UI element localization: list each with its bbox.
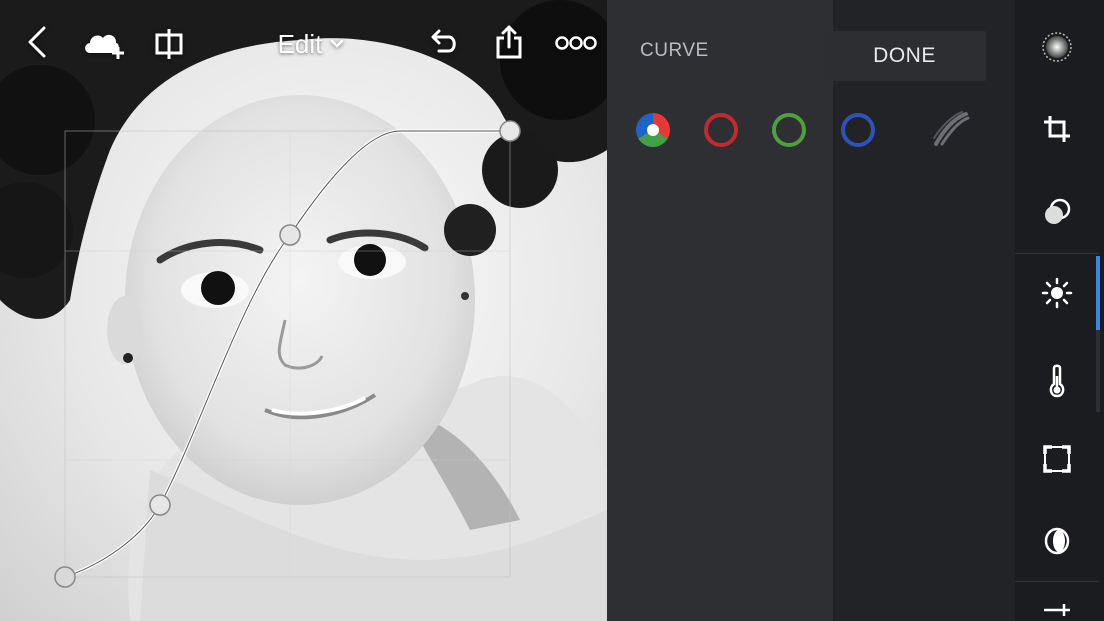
share-icon [496, 25, 522, 59]
cloud-sync-button[interactable] [80, 24, 128, 64]
cloud-add-icon [85, 34, 124, 59]
lightroom-edit-screen: Edit CURVE DONE [0, 0, 1104, 621]
curve-point-shadows[interactable] [149, 494, 171, 516]
color-tool-button[interactable] [1015, 342, 1099, 420]
channel-blue-button[interactable] [841, 113, 875, 147]
effects-tool-button[interactable] [1015, 420, 1099, 498]
more-dots-icon [555, 36, 597, 50]
more-options-button[interactable] [554, 28, 598, 58]
channel-red-button[interactable] [704, 113, 738, 147]
compare-button[interactable] [150, 24, 188, 64]
selective-mask-icon [1042, 32, 1072, 62]
undo-icon [431, 29, 456, 53]
presets-icon [1045, 198, 1071, 224]
done-button[interactable]: DONE [823, 31, 986, 81]
compare-icon [155, 29, 183, 59]
crop-icon [1044, 116, 1070, 142]
top-toolbar: Edit [0, 0, 607, 84]
crop-tool-button[interactable] [1015, 90, 1099, 168]
chevron-left-icon [28, 26, 46, 58]
edit-mode-dropdown[interactable]: Edit [266, 24, 356, 64]
light-tool-button[interactable] [1015, 254, 1099, 332]
curve-point-highlights[interactable] [279, 224, 301, 246]
active-tool-indicator [1096, 256, 1100, 330]
presets-tool-button[interactable] [1015, 173, 1099, 251]
edit-mode-label: Edit [277, 28, 323, 59]
curve-point-white[interactable] [499, 120, 521, 142]
detail-icon [1044, 527, 1070, 555]
channel-green-button[interactable] [772, 113, 806, 147]
detail-tool-button[interactable] [1015, 502, 1099, 580]
tool-rail-scrollbar[interactable] [1096, 330, 1100, 412]
curve-point-black[interactable] [54, 566, 76, 588]
panel-title: CURVE [640, 40, 709, 61]
channel-rgb-button[interactable] [636, 113, 670, 147]
share-button[interactable] [490, 20, 528, 64]
light-icon [1041, 277, 1073, 309]
adjust-tool-button[interactable] [1015, 582, 1099, 621]
chevron-down-icon [331, 39, 344, 48]
luminance-curve-icon [933, 111, 970, 146]
curve-panel-shade [833, 0, 1015, 621]
adjustments-icon [1044, 604, 1070, 616]
tool-rail [1015, 0, 1104, 621]
selective-tool-button[interactable] [1015, 8, 1099, 86]
color-temperature-icon [1049, 364, 1065, 398]
effects-icon [1043, 445, 1071, 473]
undo-button[interactable] [424, 24, 462, 64]
tone-curve-editor[interactable] [0, 0, 607, 621]
back-button[interactable] [22, 22, 52, 62]
photo-canvas[interactable]: Edit [0, 0, 607, 621]
channel-luminance-button[interactable] [930, 110, 972, 152]
